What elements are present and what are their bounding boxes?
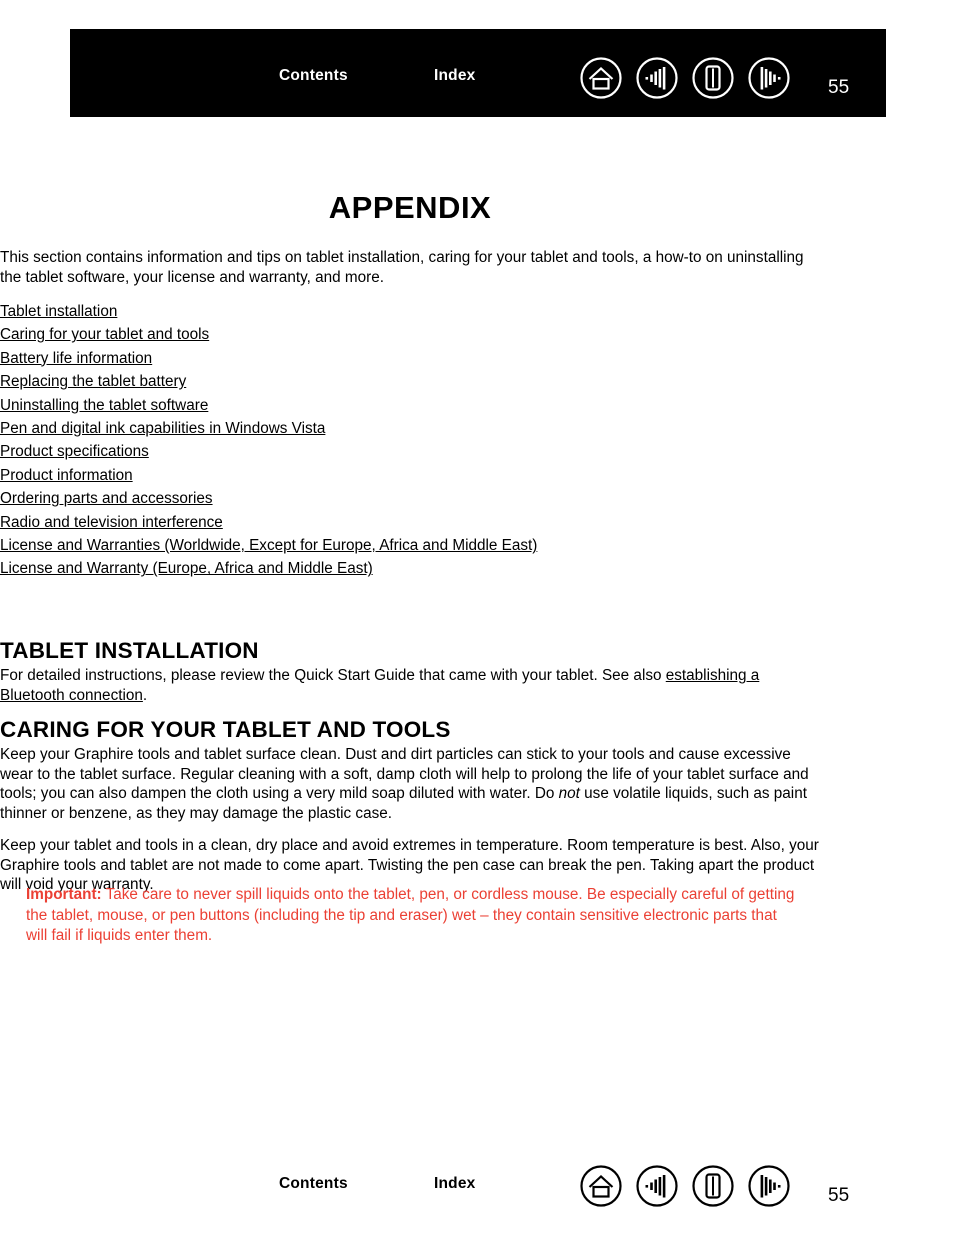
section-body: For detailed instructions, please review… — [0, 666, 820, 705]
toc-link[interactable]: Battery life information — [0, 347, 152, 370]
toc-link[interactable]: Pen and digital ink capabilities in Wind… — [0, 417, 325, 440]
toc-link[interactable]: Caring for your tablet and tools — [0, 323, 209, 346]
table-of-contents: Tablet installation Caring for your tabl… — [0, 300, 700, 581]
go-forward-icon[interactable] — [747, 56, 791, 100]
toc-link[interactable]: License and Warranty (Europe, Africa and… — [0, 557, 373, 580]
header-page-number: 55 — [828, 77, 850, 98]
toc-link[interactable]: Product specifications — [0, 440, 149, 463]
footer-contents-link[interactable]: Contents — [279, 1175, 348, 1193]
important-text: Take care to never spill liquids onto th… — [26, 886, 795, 944]
toc-link[interactable]: Uninstalling the tablet software — [0, 394, 208, 417]
header-index-link[interactable]: Index — [434, 67, 475, 85]
header-contents-link[interactable]: Contents — [279, 67, 348, 85]
section-heading: CARING FOR YOUR TABLET AND TOOLS — [0, 717, 451, 742]
body-text-run: . — [142, 686, 148, 704]
section-body: Keep your Graphire tools and tablet surf… — [0, 745, 820, 823]
header-banner: Contents Index 55 — [70, 29, 886, 117]
section-heading: TABLET INSTALLATION — [0, 638, 259, 663]
body-text-run: For detailed instructions, please review… — [0, 667, 666, 684]
toc-link[interactable]: Product information — [0, 464, 133, 487]
toc-link[interactable]: License and Warranties (Worldwide, Excep… — [0, 534, 537, 557]
home-icon[interactable] — [579, 1164, 623, 1208]
toc-link[interactable]: Radio and television interference — [0, 511, 223, 534]
go-back-icon[interactable] — [635, 1164, 679, 1208]
section-tablet-installation: TABLET INSTALLATION For detailed instruc… — [0, 637, 820, 705]
page-view-icon[interactable] — [691, 1164, 735, 1208]
toc-link[interactable]: Replacing the tablet battery — [0, 370, 186, 393]
header-nav: Contents Index 55 — [70, 29, 886, 117]
go-back-icon[interactable] — [635, 56, 679, 100]
home-icon[interactable] — [579, 56, 623, 100]
page-view-icon[interactable] — [691, 56, 735, 100]
emphasis-not: not — [558, 785, 580, 802]
toc-link[interactable]: Ordering parts and accessories — [0, 487, 213, 510]
page-title: APPENDIX — [328, 190, 492, 225]
intro-paragraph: This section contains information and ti… — [0, 249, 804, 286]
toc-link[interactable]: Tablet installation — [0, 300, 117, 323]
important-note: Important: Take care to never spill liqu… — [26, 885, 796, 947]
footer-page-number: 55 — [828, 1185, 850, 1206]
footer-nav: Contents Index 55 — [70, 1155, 886, 1221]
section-caring-for-tablet: CARING FOR YOUR TABLET AND TOOLS Keep yo… — [0, 716, 820, 895]
footer-index-link[interactable]: Index — [434, 1175, 475, 1193]
important-label: Important: — [26, 886, 102, 903]
go-forward-icon[interactable] — [747, 1164, 791, 1208]
